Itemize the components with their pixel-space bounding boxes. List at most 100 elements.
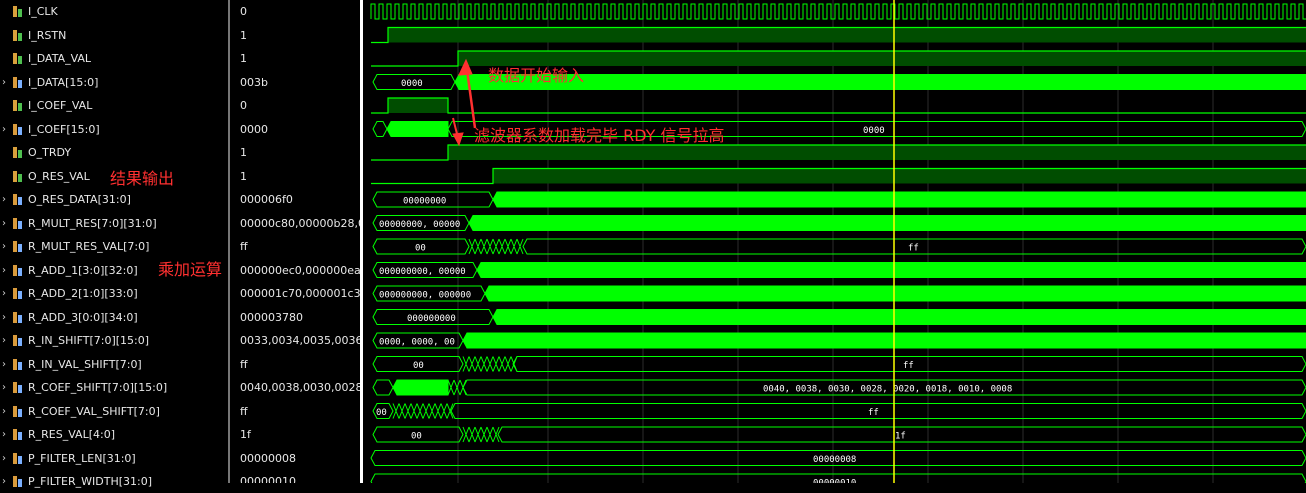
logic-signal-icon [13, 147, 22, 158]
bus-active-segment [392, 379, 449, 396]
signal-row[interactable]: O_TRDY [0, 141, 228, 164]
expand-chevron-icon[interactable]: › [2, 259, 6, 282]
bus-segment [372, 121, 388, 137]
expand-chevron-icon[interactable]: › [2, 282, 6, 305]
signal-name: I_DATA[15:0] [28, 75, 99, 89]
signal-value: 0033,0034,0035,0036,0 [240, 334, 360, 347]
annotation-data-start: 数据开始输入 [488, 66, 585, 85]
signal-row[interactable]: › R_COEF_SHIFT[7:0][15:0] [0, 376, 228, 399]
bus-value-label: 0000 [863, 126, 885, 136]
bus-signal-icon [13, 264, 22, 276]
bit-high-fill [493, 168, 1306, 184]
expand-chevron-icon[interactable]: › [2, 235, 6, 258]
signal-value: 0 [240, 5, 247, 18]
bus-signal-icon [13, 288, 22, 299]
signal-value: 0 [240, 99, 247, 112]
expand-chevron-icon[interactable]: › [2, 71, 6, 94]
expand-chevron-icon[interactable]: › [2, 376, 6, 399]
bus-active-segment [484, 285, 1306, 302]
bus-active-segment [462, 332, 1306, 349]
signal-name: R_MULT_RES_VAL[7:0] [28, 240, 150, 253]
annotation-coef-ready: 滤波器系数加载完毕 RDY 信号拉高 [474, 126, 725, 145]
expand-chevron-icon[interactable]: › [2, 447, 6, 470]
signal-name: R_ADD_2[1:0][33:0] [28, 287, 138, 300]
expand-chevron-icon[interactable]: › [2, 118, 6, 141]
bus-value-label: 00000008 [813, 455, 856, 465]
bus-signal-icon [13, 76, 22, 88]
signal-value: 0040,0038,0030,0028,0 [240, 381, 360, 394]
signal-row[interactable]: I_DATA_VAL [0, 47, 228, 70]
bus-value-label: 00000000, 00000 [379, 220, 460, 230]
signal-row[interactable]: I_COEF_VAL [0, 94, 228, 117]
signal-value: ff [240, 404, 248, 418]
bus-signal-icon [13, 123, 22, 135]
bus-value-label: 0000 [401, 79, 423, 89]
signal-value: 000006f0 [240, 193, 293, 206]
signal-name: I_COEF_VAL [28, 99, 93, 112]
bus-value-label: 00 [411, 432, 422, 442]
expand-chevron-icon[interactable]: › [2, 188, 6, 211]
logic-signal-icon [13, 6, 22, 17]
signal-row[interactable]: › R_IN_SHIFT[7:0][15:0] [0, 329, 228, 352]
signal-row[interactable]: › P_FILTER_LEN[31:0] [0, 447, 228, 470]
signal-name: P_FILTER_WIDTH[31:0] [28, 475, 152, 488]
signal-value: 1f [240, 428, 251, 441]
expand-chevron-icon[interactable]: › [2, 400, 6, 423]
expand-chevron-icon[interactable]: › [2, 470, 6, 493]
signal-name: R_RES_VAL[4:0] [28, 428, 115, 441]
signal-value: 1 [240, 28, 247, 42]
signal-value: 003b [240, 75, 268, 89]
signal-value: 1 [240, 146, 247, 159]
bus-value-label: 00 [376, 408, 387, 418]
signal-name: O_RES_DATA[31:0] [28, 193, 131, 206]
signal-name: I_CLK [28, 5, 58, 18]
signal-row[interactable]: › I_COEF[15:0] [0, 118, 228, 141]
bus-value-label: 00 [415, 244, 426, 254]
signal-row[interactable]: I_RSTN [0, 24, 228, 47]
annotation-result-out: 结果输出 [110, 169, 175, 188]
annotation-arrowhead [452, 132, 464, 147]
signal-row[interactable]: › R_ADD_3[0:0][34:0] [0, 306, 228, 329]
bus-active-segment [386, 121, 449, 137]
bus-signal-icon [13, 358, 22, 370]
logic-signal-icon [13, 170, 22, 182]
expand-chevron-icon[interactable]: › [2, 329, 6, 352]
bus-transition-hatch [392, 403, 454, 419]
signal-name-panel: I_CLK I_RSTN I_DATA_VAL › I_DATA[15:0] I_COEF… [0, 0, 230, 488]
signal-name: O_TRDY [28, 146, 72, 159]
bus-value-label: 000000000, 000000 [379, 291, 471, 301]
signal-name: O_RES_VAL [28, 169, 90, 183]
signal-name: R_MULT_RES[7:0][31:0] [28, 216, 157, 230]
signal-name: P_FILTER_LEN[31:0] [28, 451, 136, 465]
signal-row[interactable]: › I_DATA[15:0] [0, 71, 228, 94]
bus-signal-icon [13, 476, 22, 487]
signal-row[interactable]: › R_ADD_2[1:0][33:0] [0, 282, 228, 305]
signal-row[interactable]: › R_COEF_VAL_SHIFT[7:0] [0, 400, 228, 423]
signal-row[interactable]: › O_RES_DATA[31:0] [0, 188, 228, 211]
signal-row[interactable]: › R_IN_VAL_SHIFT[7:0] [0, 353, 228, 376]
signal-value: 000003780 [240, 310, 303, 324]
bus-signal-icon [13, 335, 22, 346]
bit-high-fill [388, 27, 1306, 43]
signal-name: R_IN_VAL_SHIFT[7:0] [28, 357, 142, 371]
bit-wave [371, 97, 1306, 114]
expand-chevron-icon[interactable]: › [2, 423, 6, 446]
signal-row[interactable]: I_CLK [0, 0, 228, 23]
signal-row[interactable]: › R_MULT_RES_VAL[7:0] [0, 235, 228, 258]
bus-transition-hatch [462, 356, 518, 372]
bus-active-segment [492, 309, 1306, 325]
signal-value-panel: 0 1 1 003b 0 0000 1 1 000006f0 00000c80,00000b28,… [232, 0, 360, 483]
expand-chevron-icon[interactable]: › [2, 306, 6, 329]
bus-signal-icon [13, 429, 22, 440]
expand-chevron-icon[interactable]: › [2, 353, 6, 376]
bus-transition-hatch [468, 238, 524, 255]
signal-row[interactable]: › P_FILTER_WIDTH[31:0] [0, 470, 228, 493]
signal-row[interactable]: › R_MULT_RES[7:0][31:0] [0, 212, 228, 235]
bus-value-label: ff [903, 361, 914, 371]
bus-value-label: 00 [413, 361, 424, 371]
signal-row[interactable]: › R_RES_VAL[4:0] [0, 423, 228, 446]
expand-chevron-icon[interactable]: › [2, 212, 6, 235]
signal-value: ff [240, 240, 248, 253]
bus-value-label: 000000000, 00000 [379, 267, 466, 277]
bit-high-fill [388, 98, 448, 113]
